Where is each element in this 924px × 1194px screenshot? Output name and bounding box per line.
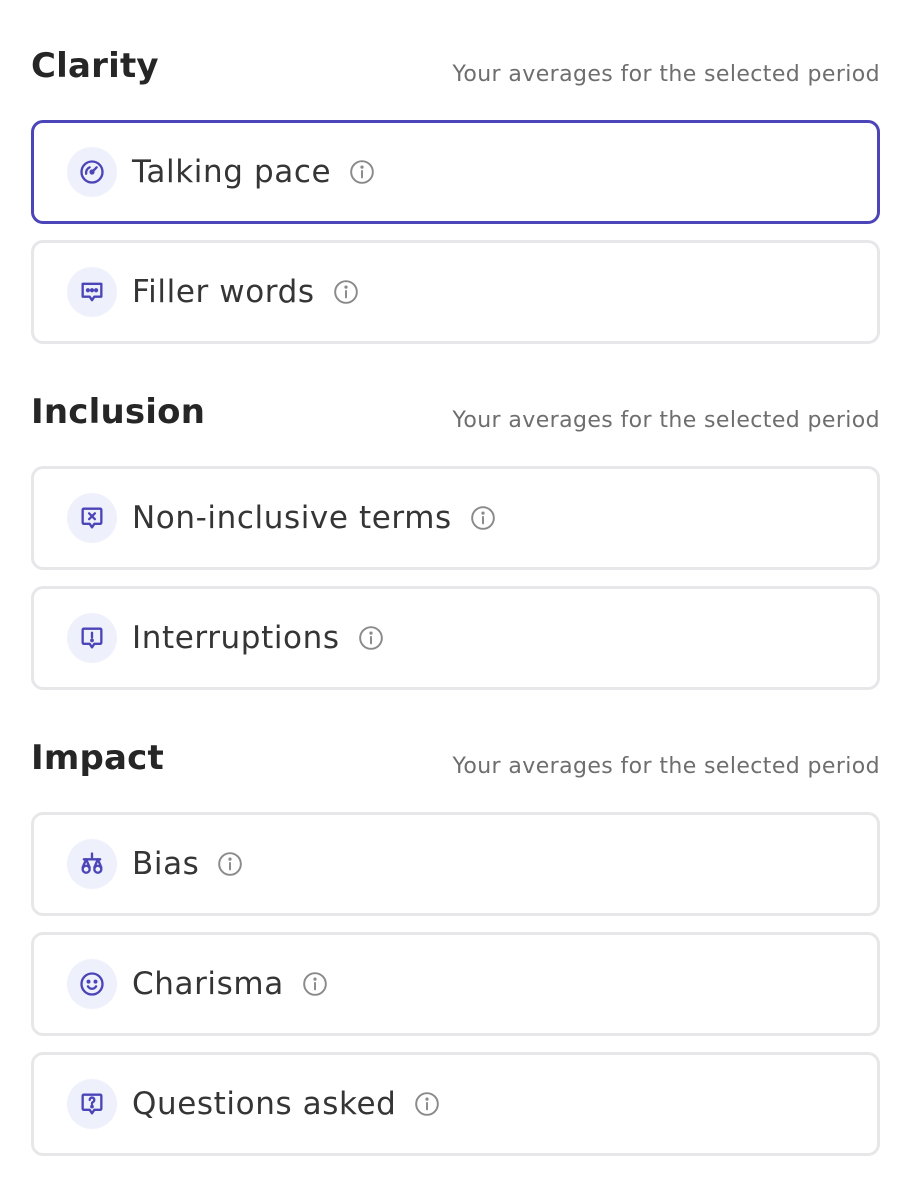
chat-x-icon <box>67 493 117 543</box>
card-talking-pace[interactable]: Talking pace <box>31 120 880 224</box>
info-icon[interactable] <box>414 1091 440 1117</box>
card-label: Questions asked <box>132 1086 397 1122</box>
info-icon[interactable] <box>333 279 359 305</box>
smile-icon <box>67 959 117 1009</box>
section-title: Clarity <box>31 46 159 86</box>
card-interruptions[interactable]: Interruptions <box>31 586 880 690</box>
section-inclusion: Inclusion Your averages for the selected… <box>31 346 880 706</box>
info-icon[interactable] <box>470 505 496 531</box>
speedometer-icon <box>67 147 117 197</box>
card-filler-words[interactable]: Filler words <box>31 240 880 344</box>
section-subtitle: Your averages for the selected period <box>452 754 880 779</box>
card-label: Non-inclusive terms <box>132 500 452 536</box>
info-icon[interactable] <box>358 625 384 651</box>
section-header: Impact Your averages for the selected pe… <box>31 692 880 779</box>
section-subtitle: Your averages for the selected period <box>452 62 880 87</box>
info-icon[interactable] <box>302 971 328 997</box>
card-non-inclusive-terms[interactable]: Non-inclusive terms <box>31 466 880 570</box>
chat-dots-icon <box>67 267 117 317</box>
card-label: Talking pace <box>132 154 332 190</box>
section-title: Inclusion <box>31 392 206 432</box>
metrics-page: Clarity Your averages for the selected p… <box>0 0 924 1194</box>
card-bias[interactable]: Bias <box>31 812 880 916</box>
card-label: Interruptions <box>132 620 340 656</box>
section-header: Inclusion Your averages for the selected… <box>31 346 880 433</box>
scale-icon <box>67 839 117 889</box>
chat-question-icon <box>67 1079 117 1129</box>
info-icon[interactable] <box>349 159 375 185</box>
section-title: Impact <box>31 738 164 778</box>
card-label: Bias <box>132 846 200 882</box>
section-header: Clarity Your averages for the selected p… <box>31 0 880 87</box>
chat-alert-icon <box>67 613 117 663</box>
card-questions-asked[interactable]: Questions asked <box>31 1052 880 1156</box>
section-clarity: Clarity Your averages for the selected p… <box>31 0 880 360</box>
card-label: Charisma <box>132 966 284 1002</box>
card-label: Filler words <box>132 274 315 310</box>
card-charisma[interactable]: Charisma <box>31 932 880 1036</box>
section-subtitle: Your averages for the selected period <box>452 408 880 433</box>
section-impact: Impact Your averages for the selected pe… <box>31 692 880 1172</box>
info-icon[interactable] <box>217 851 243 877</box>
